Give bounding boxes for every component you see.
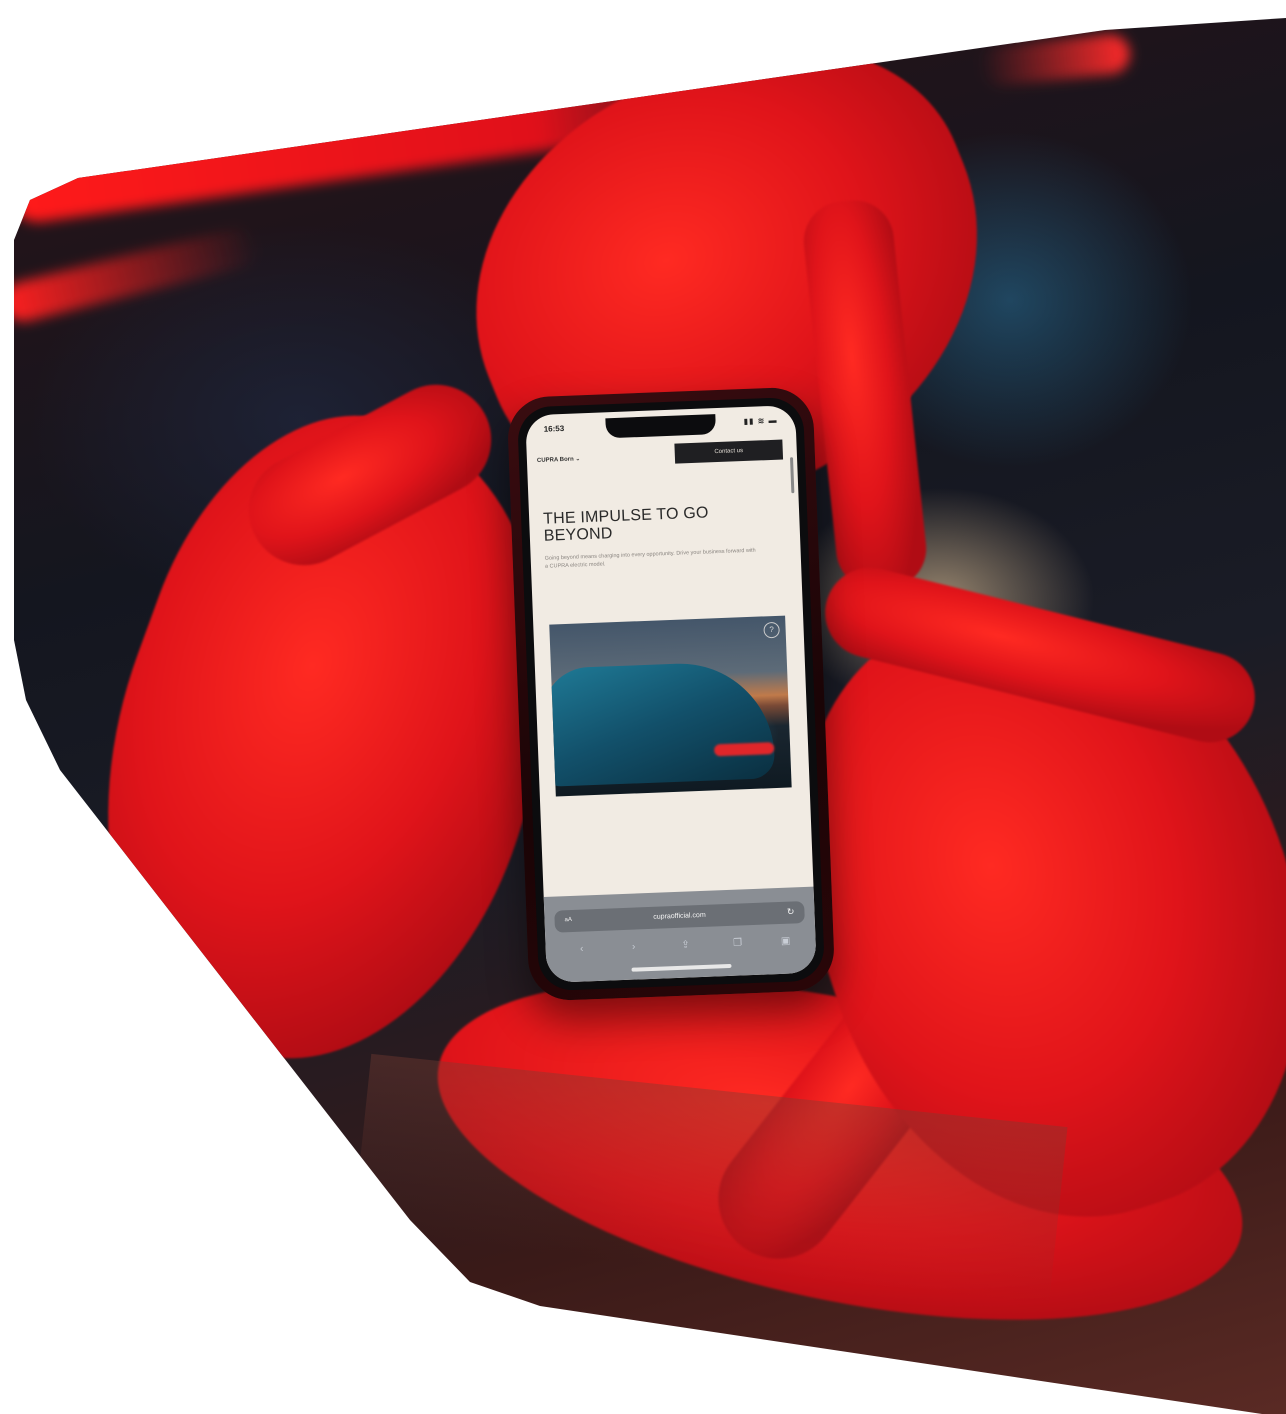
contact-us-button[interactable]: Contact us <box>674 439 784 464</box>
car-tail-light <box>713 742 775 757</box>
forward-icon[interactable]: › <box>627 941 639 953</box>
image-help-icon[interactable]: ? <box>763 621 780 639</box>
car-body <box>549 660 776 787</box>
smartphone: 16:53 ▮▮ ≋ ▬ CUPRA Born ⌄ Contact us THE… <box>506 386 836 1002</box>
url-text: cupraofficial.com <box>653 911 706 921</box>
status-icons: ▮▮ ≋ ▬ <box>743 415 778 427</box>
phone-screen: 16:53 ▮▮ ≋ ▬ CUPRA Born ⌄ Contact us THE… <box>525 405 817 983</box>
browser-toolbar: ‹ › ⇪ ❐ ▣ <box>545 933 815 961</box>
browser-bottom-bar: aA cupraofficial.com ↻ ‹ › ⇪ ❐ ▣ <box>543 886 817 983</box>
home-indicator <box>631 963 732 972</box>
neon-light-streak <box>14 224 261 326</box>
page-headline: THE IMPULSE TO GO BEYOND <box>542 504 709 545</box>
back-icon[interactable]: ‹ <box>576 943 588 955</box>
intro-paragraph: Going beyond means charging into every o… <box>544 547 756 570</box>
hands-holding-phone-photo: 16:53 ▮▮ ≋ ▬ CUPRA Born ⌄ Contact us THE… <box>14 18 1286 1414</box>
phone-notch <box>605 414 717 439</box>
reload-icon[interactable]: ↻ <box>787 906 795 917</box>
hero-image-container: 16:53 ▮▮ ≋ ▬ CUPRA Born ⌄ Contact us THE… <box>0 0 1286 1414</box>
share-icon[interactable]: ⇪ <box>679 939 691 951</box>
bookmarks-icon[interactable]: ❐ <box>731 937 743 949</box>
neon-light-streak <box>978 32 1132 88</box>
address-bar[interactable]: aA cupraofficial.com ↻ <box>554 901 805 933</box>
car-photo: ? <box>549 615 792 797</box>
status-time: 16:53 <box>543 423 565 434</box>
site-header: CUPRA Born ⌄ Contact us <box>526 435 797 473</box>
tabs-icon[interactable]: ▣ <box>779 936 791 948</box>
brand-menu[interactable]: CUPRA Born ⌄ <box>537 455 581 464</box>
